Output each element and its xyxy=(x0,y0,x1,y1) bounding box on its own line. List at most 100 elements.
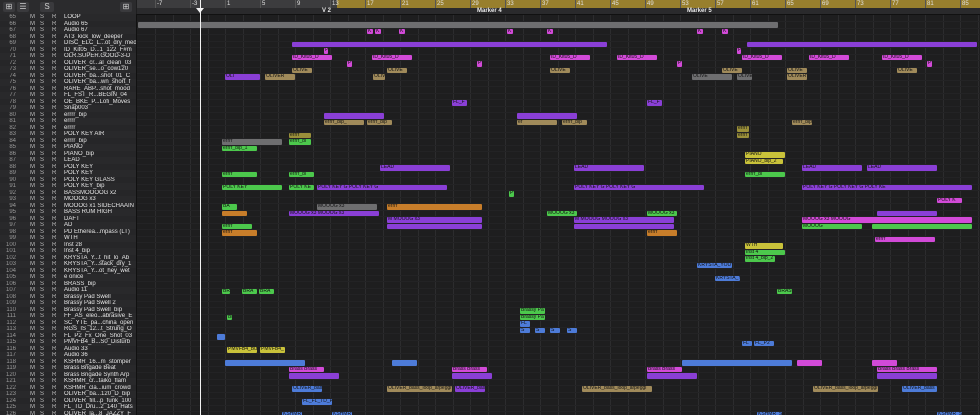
grid-view-button[interactable]: ⊞ xyxy=(3,2,15,12)
region[interactable] xyxy=(392,360,417,366)
region[interactable]: errrr_bip xyxy=(792,119,812,125)
region[interactable]: POLY KEY xyxy=(222,184,282,190)
marker-label[interactable]: Marker 5 xyxy=(687,8,712,14)
region[interactable]: S xyxy=(567,327,577,333)
region[interactable]: FL xyxy=(520,321,530,327)
region[interactable]: LEAD xyxy=(802,165,862,171)
playhead[interactable] xyxy=(200,0,201,415)
region[interactable]: Inst 4 xyxy=(745,249,785,255)
region[interactable]: S xyxy=(535,327,545,333)
region[interactable]: errrr_bip xyxy=(367,119,392,125)
region[interactable]: errrr xyxy=(289,132,311,138)
region[interactable]: MOOOG x3 xyxy=(317,204,377,210)
solo-button[interactable]: S xyxy=(40,411,46,415)
region[interactable]: OLIVER_bass_loop_arpeggi xyxy=(813,386,878,392)
region[interactable]: KRYSTA_YOU xyxy=(697,262,732,268)
region[interactable] xyxy=(452,373,492,379)
region[interactable] xyxy=(324,113,384,119)
region[interactable]: K xyxy=(367,28,373,34)
region[interactable] xyxy=(747,41,977,47)
region[interactable]: BR xyxy=(222,288,230,294)
region[interactable]: OLIVER xyxy=(787,74,807,80)
track-row[interactable]: 126 M S R OLIVER_la...8_JAZZY_F xyxy=(0,411,136,415)
region[interactable]: OLIV xyxy=(373,74,385,80)
region[interactable] xyxy=(289,373,339,379)
region[interactable]: PMVFB4_ xyxy=(260,347,285,353)
region[interactable]: errrr xyxy=(222,139,282,145)
region[interactable]: BRA xyxy=(242,288,257,294)
region[interactable] xyxy=(517,113,577,119)
region[interactable]: FL_F xyxy=(647,100,662,106)
marker-label[interactable]: Marker 4 xyxy=(477,8,502,14)
cycle-range[interactable] xyxy=(337,0,980,8)
region[interactable]: K xyxy=(399,28,405,34)
region[interactable]: BA xyxy=(222,204,237,210)
region[interactable] xyxy=(872,223,972,229)
region[interactable] xyxy=(877,210,937,216)
record-button[interactable]: R xyxy=(52,411,58,415)
search-tracks-button[interactable]: S xyxy=(40,2,54,12)
region[interactable]: errrr xyxy=(875,236,935,242)
region[interactable]: POLY KEY G POLY KEY G xyxy=(317,184,447,190)
region[interactable]: errrr_bip_ xyxy=(324,119,364,125)
region[interactable]: errrr xyxy=(647,230,677,236)
region[interactable] xyxy=(222,210,247,216)
region[interactable]: Brass Brass xyxy=(647,366,682,372)
region[interactable] xyxy=(217,334,225,340)
region[interactable]: OLIVE xyxy=(737,74,752,80)
region[interactable]: OLIVE xyxy=(550,67,570,73)
region[interactable]: POLY KE xyxy=(289,184,314,190)
region[interactable]: PIANO_bip_2 xyxy=(745,158,783,164)
region[interactable]: OLIVER_bass_loop_arpeggi xyxy=(582,386,652,392)
region[interactable]: M MOOOG x3 xyxy=(387,217,482,223)
region[interactable] xyxy=(877,373,937,379)
region[interactable]: ID_Kit05_D xyxy=(550,54,590,60)
region[interactable]: ID_Kit05_D xyxy=(882,54,922,60)
track-name[interactable]: OLIVER_la...8_JAZZY_F xyxy=(64,411,136,415)
region[interactable]: OLIVE xyxy=(787,67,807,73)
region[interactable]: Br xyxy=(227,314,232,320)
region[interactable]: ID_Kit05_D xyxy=(292,54,332,60)
region[interactable]: FL_F xyxy=(452,100,467,106)
region[interactable]: FL_FL_TD_FL xyxy=(302,399,332,405)
region[interactable]: LEAD xyxy=(574,165,644,171)
region[interactable]: P xyxy=(477,61,482,67)
region[interactable]: FL_P2 xyxy=(754,340,774,346)
region[interactable]: Brass Brass xyxy=(289,366,324,372)
region[interactable]: P xyxy=(737,48,741,54)
region[interactable]: Brassy Pa xyxy=(520,308,545,314)
mute-button[interactable]: M xyxy=(30,411,36,415)
region[interactable]: P xyxy=(324,48,328,54)
region[interactable]: errrr xyxy=(222,223,252,229)
region[interactable]: errrr xyxy=(737,126,749,132)
region[interactable]: Brass Brass xyxy=(452,366,487,372)
region[interactable]: OLIVE xyxy=(897,67,917,73)
region[interactable]: S xyxy=(550,327,560,333)
region[interactable]: LEAD xyxy=(380,165,450,171)
region[interactable]: K xyxy=(547,28,553,34)
region[interactable]: MOOOG x3 MOOOG x3 xyxy=(289,210,379,216)
region[interactable]: P xyxy=(347,61,352,67)
region[interactable]: WTH xyxy=(745,243,783,249)
region[interactable]: OLIVE xyxy=(387,67,407,73)
region[interactable]: OLIVER_bass xyxy=(902,386,937,392)
region[interactable]: errrr xyxy=(222,230,257,236)
list-view-button[interactable]: ☰ xyxy=(17,2,29,12)
region[interactable]: LEAD xyxy=(867,165,937,171)
region[interactable]: S xyxy=(520,327,530,333)
region[interactable]: K xyxy=(375,28,381,34)
playhead-handle[interactable] xyxy=(196,8,204,13)
region[interactable]: OLIVE xyxy=(722,67,742,73)
region[interactable]: er xyxy=(517,119,557,125)
region[interactable]: PMVFB4_Bui xyxy=(227,347,257,353)
region[interactable]: OLIVE xyxy=(692,74,732,80)
track-options-button[interactable]: ⊞ xyxy=(120,2,132,12)
region[interactable]: Brass Brass Brass xyxy=(877,366,937,372)
region[interactable]: Inst 4_bip_2 xyxy=(745,256,775,262)
region[interactable]: MOOOG x3 xyxy=(547,210,577,216)
region[interactable]: errrr xyxy=(737,132,749,138)
region[interactable]: errrr_bip_1 xyxy=(222,145,257,151)
region[interactable]: PIANO xyxy=(745,152,785,158)
region[interactable]: ID_Kit05_D xyxy=(742,54,782,60)
timeline-ruler[interactable]: -7 -3 1 5 9 13 17 21 25 29 33 37 41 45 49 53 57 61 65 69 73 7… xyxy=(137,0,980,8)
